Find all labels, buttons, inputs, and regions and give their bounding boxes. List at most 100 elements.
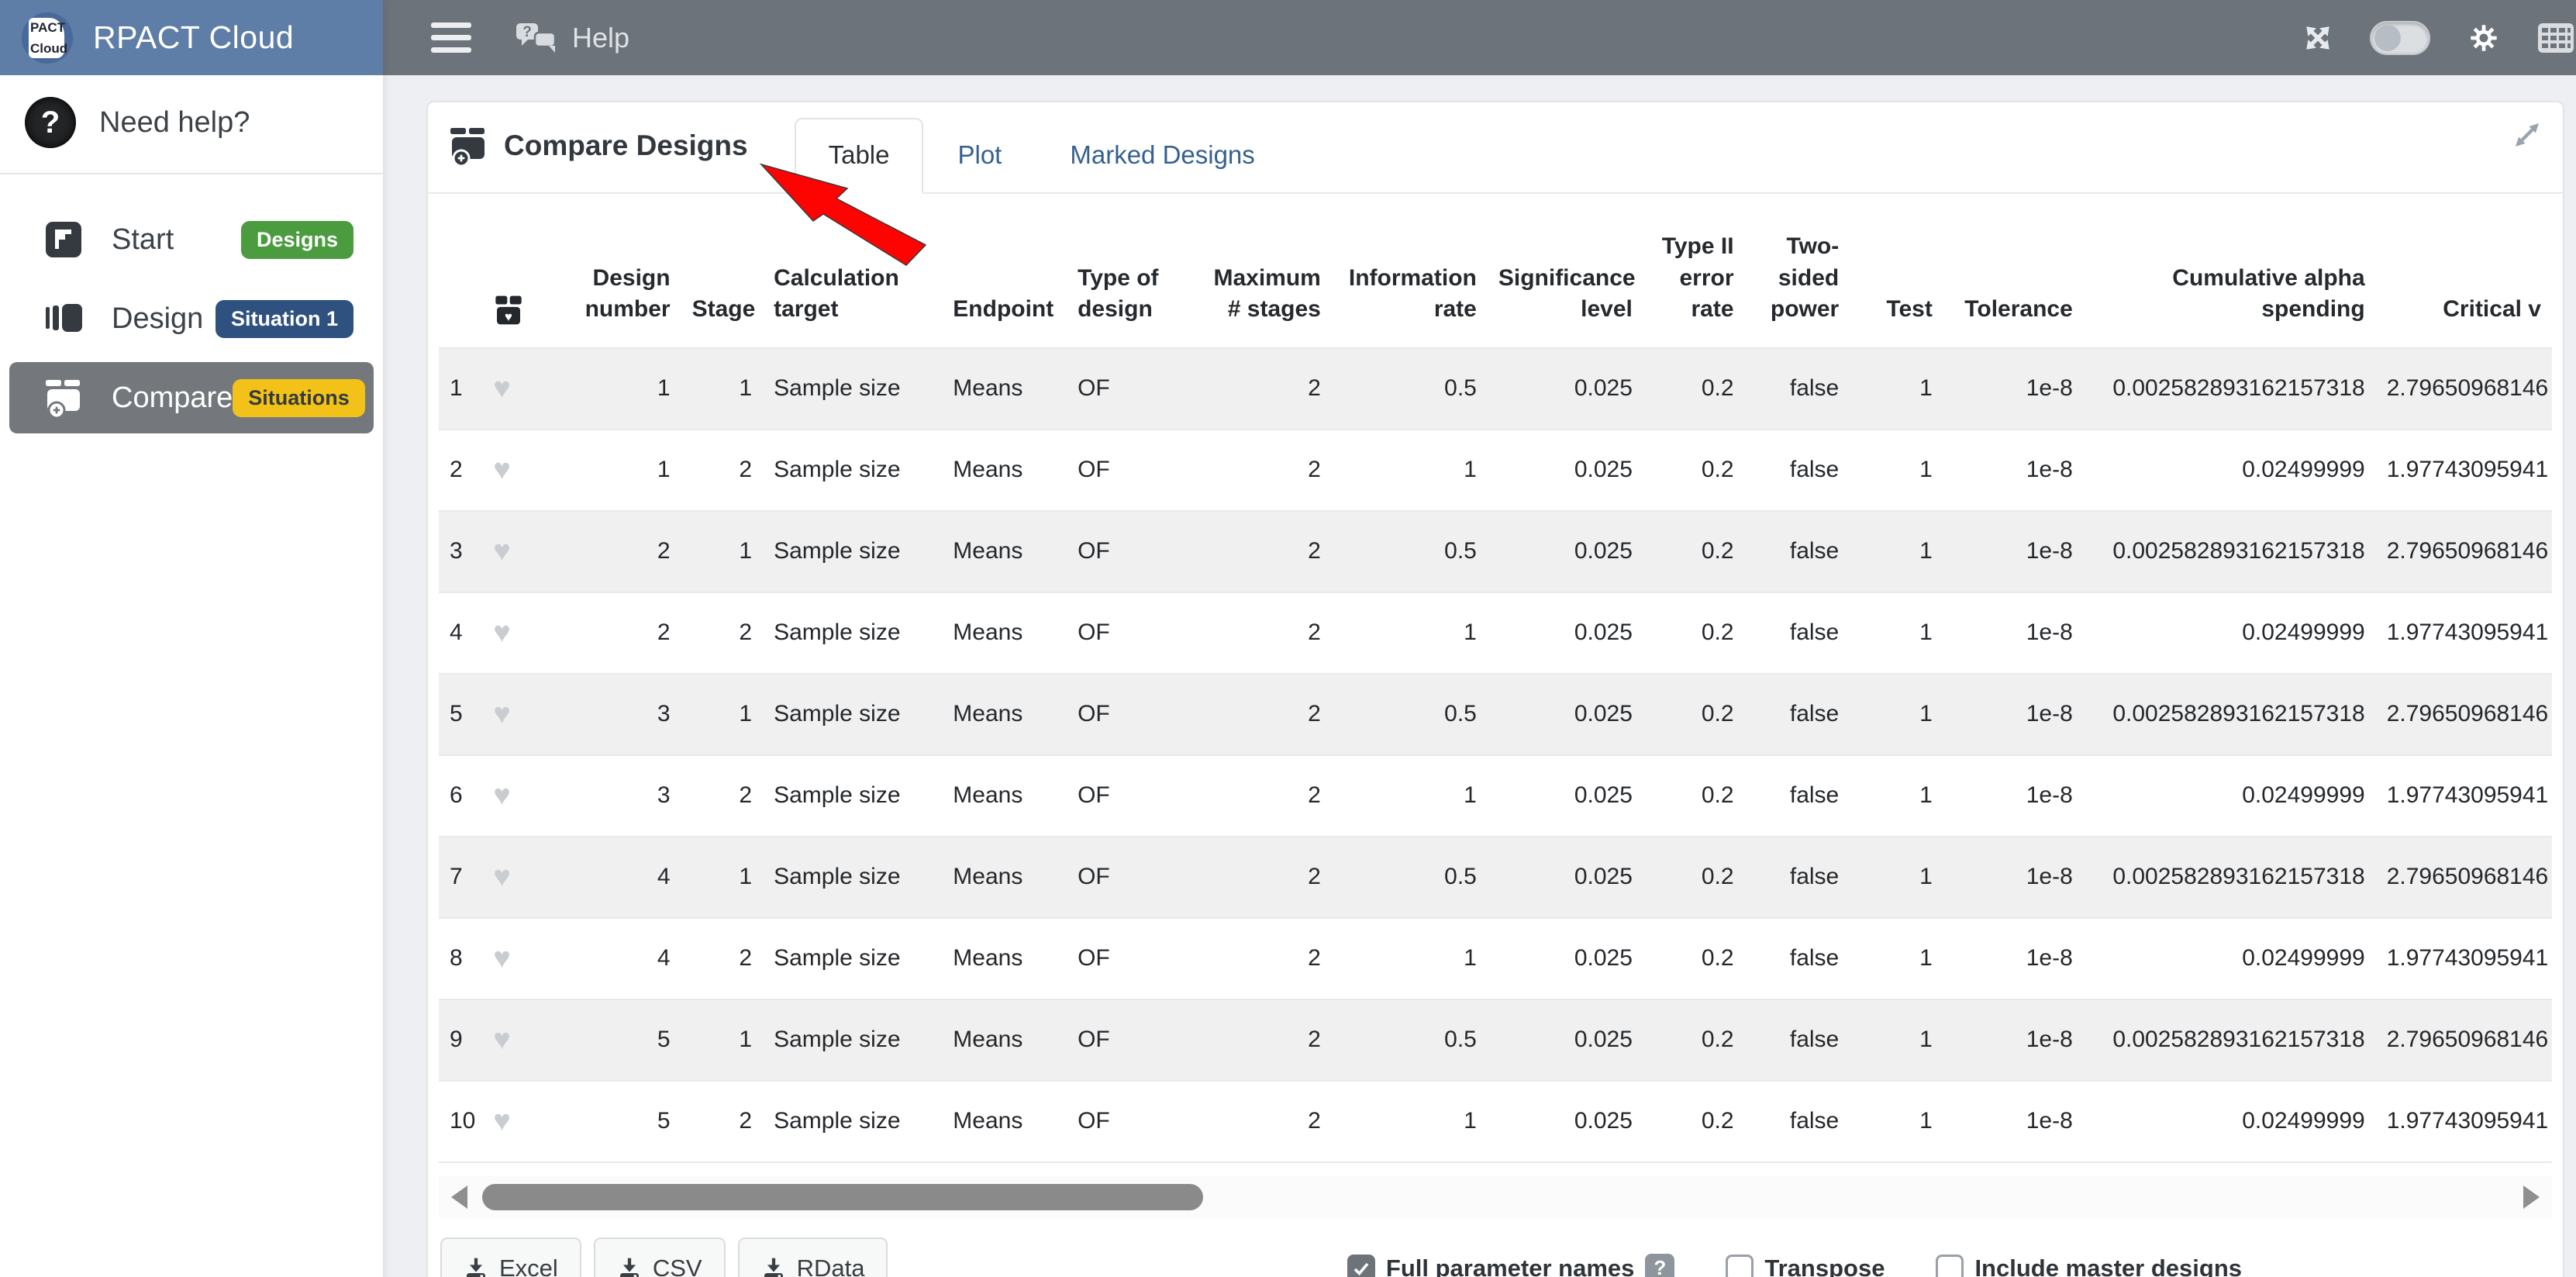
tab-marked-designs[interactable]: Marked Designs [1036,118,1288,194]
table-cell-type_2_error_rate: 0.2 [1643,999,1745,1081]
table-cell-marked: ♥ [482,511,544,592]
box-heart-icon: ♥ [493,295,524,326]
grid-layout-icon[interactable] [2537,22,2574,54]
include-master-designs-checkbox[interactable]: Include master designs [1936,1255,2242,1277]
compare-icon [448,126,488,166]
table-cell-critical_value: 1.97743095941 [2376,755,2552,837]
fullscreen-icon[interactable] [2302,22,2334,54]
table-cell-type_2_error_rate: 0.2 [1643,1081,1745,1162]
table-cell-cumulative_alpha_spending: 0.02499999 [2084,1081,2376,1162]
table-cell-tolerance: 1e-8 [1943,592,2084,674]
transpose-checkbox[interactable]: Transpose [1726,1255,1885,1277]
horizontal-scrollbar[interactable] [439,1175,2552,1219]
table-cell-cumulative_alpha_spending: 0.02499999 [2084,918,2376,999]
table-cell-index: 7 [439,837,482,918]
table-cell-maximum_stages: 2 [1184,592,1332,674]
table-cell-stage: 2 [681,918,764,999]
rpact-logo-paper: PACT Cloud [29,18,64,58]
table-cell-critical_value: 1.97743095941 [2376,1081,2552,1162]
table-row: 6♥32Sample sizeMeansOF210.0250.2false11e… [439,755,2552,837]
heart-icon[interactable]: ♥ [493,454,511,486]
table-cell-information_rate: 1 [1332,1081,1488,1162]
settings-sun-icon[interactable] [2466,20,2502,56]
heart-icon[interactable]: ♥ [493,861,511,893]
table-cell-significance_level: 0.025 [1488,918,1643,999]
table-cell-tolerance: 1e-8 [1943,430,2084,511]
tab-bar: Table Plot Marked Designs [795,118,1289,194]
excel-export-button[interactable]: Excel [440,1237,581,1277]
table-row: 9♥51Sample sizeMeansOF20.50.0250.2false1… [439,999,2552,1081]
heart-icon[interactable]: ♥ [493,535,511,568]
table-cell-test: 1 [1850,348,1943,430]
heart-icon[interactable]: ♥ [493,779,511,812]
need-help-link[interactable]: ? Need help? [0,75,383,170]
theme-toggle-switch[interactable] [2370,21,2430,55]
sidebar-item-design[interactable]: Design Situation 1 [9,283,374,354]
heart-icon[interactable]: ♥ [493,1105,511,1137]
table-cell-index: 10 [439,1081,482,1162]
column-header-calculation_target: Calculation target [763,225,942,348]
svg-text:♥: ♥ [505,309,512,323]
sidebar-item-start[interactable]: Start Designs [9,204,374,275]
column-header-type_2_error_rate: Type II error rate [1643,225,1745,348]
hamburger-menu-icon[interactable] [431,22,471,53]
heart-icon[interactable]: ♥ [493,1023,511,1056]
flag-icon [43,221,84,258]
table-cell-test: 1 [1850,674,1943,755]
expand-panel-icon[interactable] [2512,119,2543,154]
scroll-right-icon[interactable] [2523,1186,2540,1209]
table-cell-information_rate: 0.5 [1332,674,1488,755]
table-cell-tolerance: 1e-8 [1943,999,2084,1081]
full-parameter-names-checkbox[interactable]: Full parameter names ? [1347,1254,1674,1277]
table-cell-significance_level: 0.025 [1488,1081,1643,1162]
table-row: 3♥21Sample sizeMeansOF20.50.0250.2false1… [439,511,2552,592]
table-cell-information_rate: 0.5 [1332,999,1488,1081]
table-cell-stage: 2 [681,1081,764,1162]
table-cell-cumulative_alpha_spending: 0.02499999 [2084,430,2376,511]
sidebar: PACT Cloud RPACT Cloud ? Need help? [0,0,383,1277]
column-header-marked: ♥ [482,225,544,348]
table-cell-type_of_design: OF [1067,837,1184,918]
panel-body: ♥ Design numberStageCalculation targetEn… [428,225,2563,1277]
table-cell-type_of_design: OF [1067,1081,1184,1162]
table-cell-cumulative_alpha_spending: 0.002582893162157318 [2084,837,2376,918]
help-tooltip-icon[interactable]: ? [1645,1254,1674,1277]
heart-icon[interactable]: ♥ [493,616,511,649]
heart-icon[interactable]: ♥ [493,698,511,730]
table-cell-stage: 1 [681,999,764,1081]
toggle-knob [2374,25,2401,51]
table-cell-type_of_design: OF [1067,755,1184,837]
table-cell-two_sided_power: false [1745,918,1850,999]
table-cell-endpoint: Means [942,999,1067,1081]
scroll-left-icon[interactable] [451,1186,467,1209]
table-cell-design_number: 2 [545,592,681,674]
table-cell-calculation_target: Sample size [763,999,942,1081]
topbar-help-button[interactable]: ? Help [515,20,629,56]
table-cell-test: 1 [1850,837,1943,918]
table-cell-two_sided_power: false [1745,430,1850,511]
table-cell-stage: 1 [681,511,764,592]
tab-plot[interactable]: Plot [923,118,1036,194]
table-cell-endpoint: Means [942,1081,1067,1162]
table-cell-marked: ♥ [482,1081,544,1162]
table-cell-calculation_target: Sample size [763,837,942,918]
table-cell-design_number: 5 [545,999,681,1081]
heart-icon[interactable]: ♥ [493,372,511,405]
table-cell-test: 1 [1850,918,1943,999]
table-cell-cumulative_alpha_spending: 0.002582893162157318 [2084,999,2376,1081]
table-cell-critical_value: 1.97743095941 [2376,592,2552,674]
brand-title: RPACT Cloud [93,19,294,56]
csv-export-button[interactable]: CSV [594,1237,726,1277]
sidebar-item-compare[interactable]: Compare Situations [9,362,374,433]
rdata-export-button[interactable]: RData [738,1237,888,1277]
logo-text-top: PACT [30,21,63,34]
table-row: 1♥11Sample sizeMeansOF20.50.0250.2false1… [439,348,2552,430]
rdata-label: RData [797,1255,865,1277]
table-cell-endpoint: Means [942,430,1067,511]
tab-table[interactable]: Table [795,118,924,194]
table-cell-cumulative_alpha_spending: 0.02499999 [2084,755,2376,837]
scrollbar-thumb[interactable] [482,1184,1203,1210]
table-cell-maximum_stages: 2 [1184,674,1332,755]
heart-icon[interactable]: ♥ [493,942,511,975]
csv-label: CSV [653,1255,702,1277]
